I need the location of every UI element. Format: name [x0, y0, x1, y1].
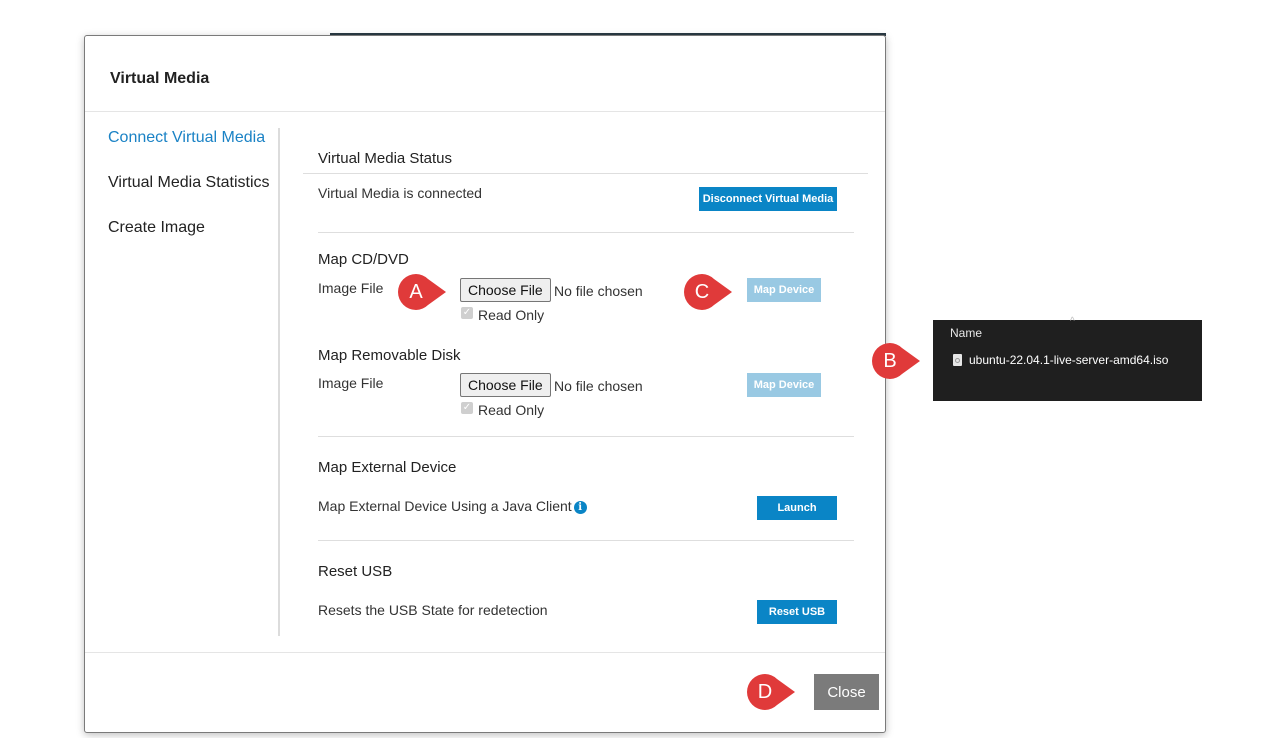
nav-divider	[278, 128, 280, 636]
callout-d: D	[747, 674, 797, 710]
disconnect-virtual-media-button[interactable]: Disconnect Virtual Media	[699, 187, 837, 211]
file-icon	[953, 354, 962, 366]
cd-image-file-label: Image File	[318, 280, 384, 296]
status-title-divider	[303, 173, 868, 174]
removable-choose-file-button[interactable]: Choose File	[460, 373, 551, 397]
file-explorer-panel: ^ Name ubuntu-22.04.1-live-server-amd64.…	[933, 316, 1202, 401]
launch-button[interactable]: Launch	[757, 496, 837, 520]
nav-create-image[interactable]: Create Image	[108, 218, 278, 238]
name-column-header[interactable]: Name	[950, 326, 982, 340]
usb-text: Resets the USB State for redetection	[318, 602, 548, 618]
status-section-title: Virtual Media Status	[318, 150, 452, 167]
callout-c: C	[684, 274, 734, 310]
callout-a-label: A	[409, 281, 423, 303]
callout-d-label: D	[757, 681, 773, 703]
close-button[interactable]: Close	[814, 674, 879, 710]
removable-map-device-button[interactable]: Map Device	[747, 373, 821, 397]
section-divider	[318, 436, 854, 437]
cd-read-only-label: Read Only	[478, 307, 545, 323]
cd-section-title: Map CD/DVD	[318, 251, 409, 268]
callout-b: B	[872, 343, 922, 379]
cd-read-only-checkbox[interactable]: ✓	[461, 307, 473, 319]
external-text: Map External Device Using a Java Client	[318, 498, 572, 514]
sort-caret-icon[interactable]: ^	[1070, 316, 1075, 327]
callout-b-label: B	[883, 350, 897, 372]
external-section-title: Map External Device	[318, 459, 457, 476]
callout-c-label: C	[694, 281, 710, 303]
iso-file-name: ubuntu-22.04.1-live-server-amd64.iso	[969, 353, 1169, 367]
info-icon[interactable]: i	[573, 501, 587, 514]
nav-virtual-media-statistics[interactable]: Virtual Media Statistics	[108, 173, 278, 193]
reset-usb-button[interactable]: Reset USB	[757, 600, 837, 624]
cd-file-status: No file chosen	[554, 283, 643, 299]
usb-section-title: Reset USB	[318, 563, 393, 580]
removable-file-status: No file chosen	[554, 378, 643, 394]
status-text: Virtual Media is connected	[318, 185, 482, 201]
removable-image-file-label: Image File	[318, 375, 384, 391]
removable-section-title: Map Removable Disk	[318, 347, 461, 364]
nav-connect-virtual-media[interactable]: Connect Virtual Media	[108, 128, 278, 148]
footer-divider	[85, 652, 885, 653]
side-navigation: Connect Virtual Media Virtual Media Stat…	[108, 128, 278, 263]
callout-a: A	[398, 274, 448, 310]
external-text-row: Map External Device Using a Java Client i	[318, 498, 587, 514]
dialog-title: Virtual Media	[110, 70, 210, 87]
header-divider	[85, 111, 885, 112]
section-divider	[318, 232, 854, 233]
removable-read-only-checkbox[interactable]: ✓	[461, 402, 473, 414]
cd-map-device-button[interactable]: Map Device	[747, 278, 821, 302]
cd-choose-file-button[interactable]: Choose File	[460, 278, 551, 302]
removable-read-only-label: Read Only	[478, 402, 545, 418]
virtual-media-dialog: Virtual Media Connect Virtual Media Virt…	[84, 35, 886, 733]
iso-file-item[interactable]: ubuntu-22.04.1-live-server-amd64.iso	[953, 353, 1168, 367]
section-divider	[318, 540, 854, 541]
